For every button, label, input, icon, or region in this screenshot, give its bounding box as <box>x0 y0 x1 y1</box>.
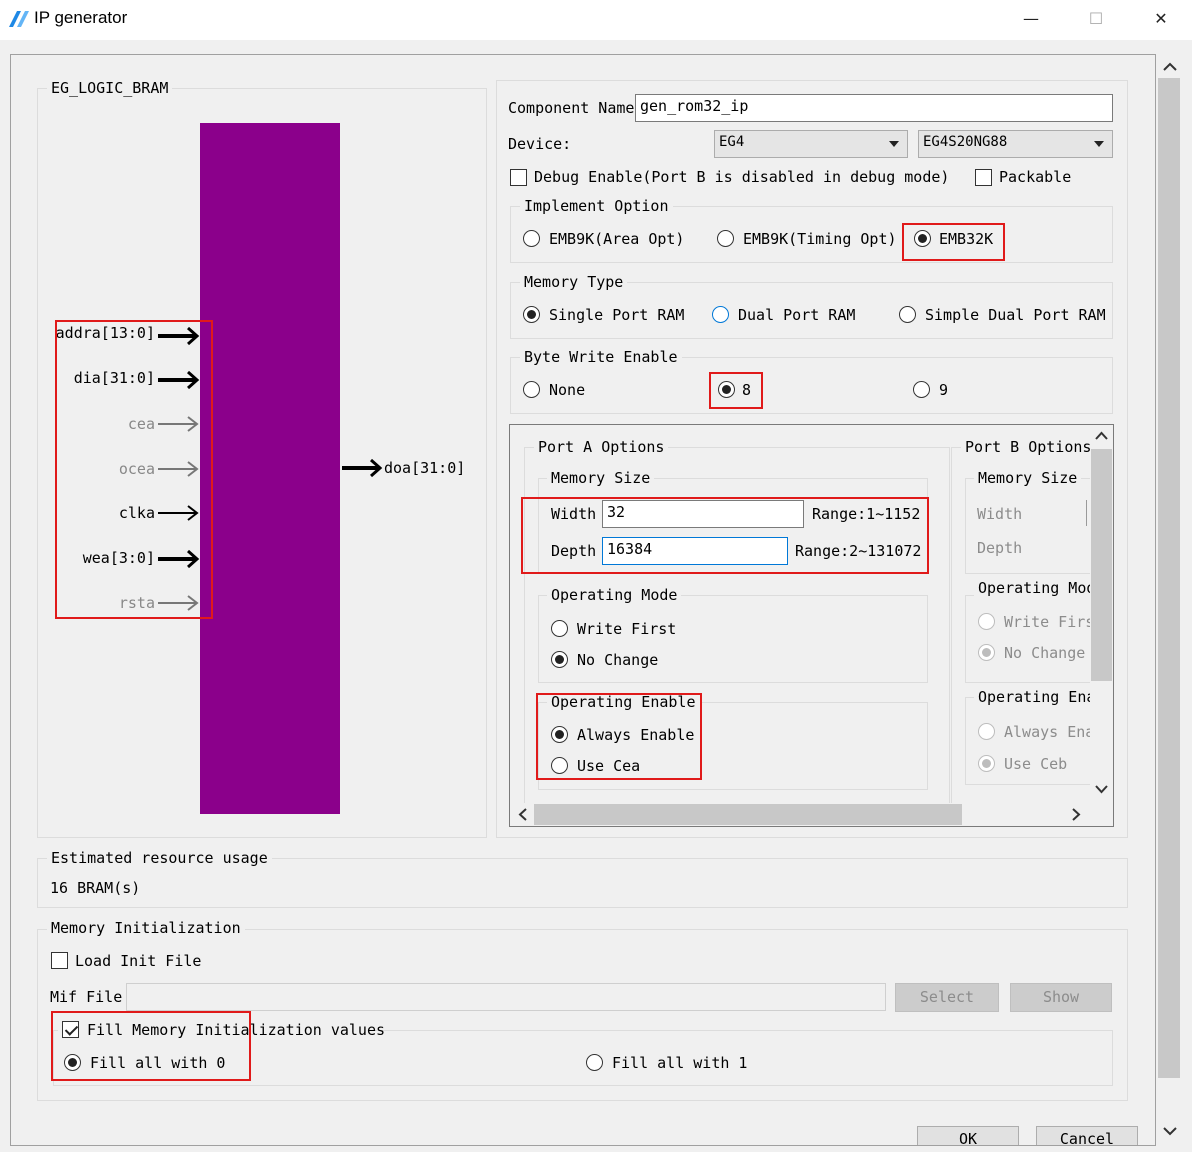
port-b-memory-size-title: Memory Size <box>974 469 1082 487</box>
resource-title: Estimated resource usage <box>47 849 272 867</box>
dropdown-arrow-icon <box>889 141 899 147</box>
port-a-write-first-radio[interactable] <box>551 620 568 637</box>
chevron-right-icon[interactable] <box>1072 808 1081 821</box>
highlight-box-emb32k <box>902 223 1005 261</box>
debug-enable-label: Debug Enable(Port B is disabled in debug… <box>534 168 950 186</box>
implement-emb9k-area-label: EMB9K(Area Opt) <box>549 230 685 248</box>
port-b-always-enable-label: Always Ena <box>1004 723 1095 741</box>
close-button[interactable]: ✕ <box>1139 4 1183 34</box>
port-b-write-first-label: Write Firs <box>1004 613 1095 631</box>
port-b-use-ceb-label: Use Ceb <box>1004 755 1068 773</box>
memory-type-dual-port-label: Dual Port RAM <box>738 306 856 324</box>
device-part-value: EG4S20NG88 <box>923 134 1008 150</box>
ok-button[interactable]: OK <box>917 1126 1019 1145</box>
load-init-file-checkbox[interactable] <box>51 952 68 969</box>
packable-label: Packable <box>999 168 1072 186</box>
device-family-value: EG4 <box>719 134 745 150</box>
port-b-width-input <box>1086 500 1087 526</box>
port-a-write-first-label: Write First <box>577 620 677 638</box>
port-a-operating-mode-title: Operating Mode <box>547 586 682 604</box>
cancel-button[interactable]: Cancel <box>1036 1126 1138 1145</box>
preview-title: EG_LOGIC_BRAM <box>47 79 173 97</box>
byte-write-title: Byte Write Enable <box>520 348 682 366</box>
device-part-select[interactable]: EG4S20NG88 <box>918 130 1113 158</box>
port-b-depth-label: Depth <box>977 539 1023 557</box>
select-file-button[interactable]: Select <box>895 983 999 1012</box>
port-options-hscroll[interactable] <box>510 803 1090 826</box>
main-scrollbar-thumb[interactable] <box>1158 78 1180 1078</box>
port-a-no-change-label: No Change <box>577 651 659 669</box>
component-name-input[interactable]: gen_rom32_ip <box>635 94 1113 122</box>
memory-type-simple-dual-radio[interactable] <box>899 306 916 323</box>
fill-all-1-radio[interactable] <box>586 1054 603 1071</box>
chevron-up-icon[interactable] <box>1095 431 1108 440</box>
implement-emb9k-timing-radio[interactable] <box>717 230 734 247</box>
mif-file-label: Mif File <box>50 988 123 1006</box>
minimize-button[interactable]: — <box>1009 4 1053 34</box>
memory-type-single-port-radio[interactable] <box>523 306 540 323</box>
resource-value: 16 BRAM(s) <box>50 879 141 897</box>
byte-write-9-radio[interactable] <box>913 381 930 398</box>
maximize-button[interactable]: ☐ <box>1074 4 1118 34</box>
bram-block <box>200 123 340 814</box>
memory-type-title: Memory Type <box>520 273 628 291</box>
port-options-vscroll[interactable] <box>1090 425 1113 803</box>
port-b-always-enable-radio <box>978 723 995 740</box>
mif-file-input <box>126 983 886 1011</box>
chevron-left-icon[interactable] <box>518 808 527 821</box>
title-bar: IP generator — ☐ ✕ <box>0 0 1192 40</box>
main-scrollbar[interactable] <box>1157 54 1182 1146</box>
implement-emb9k-timing-label: EMB9K(Timing Opt) <box>743 230 897 248</box>
port-a-no-change-radio[interactable] <box>551 651 568 668</box>
highlight-box-inputs <box>55 320 213 619</box>
device-family-select[interactable]: EG4 <box>714 130 908 158</box>
footer-clip: OK Cancel <box>11 1124 1156 1145</box>
show-file-button[interactable]: Show <box>1010 983 1112 1012</box>
port-b-no-change-radio <box>978 644 995 661</box>
load-init-file-label: Load Init File <box>75 952 202 970</box>
port-b-title: Port B Options <box>961 438 1096 456</box>
dropdown-arrow-icon <box>1094 141 1104 147</box>
pin-doa: doa[31:0] <box>384 459 466 477</box>
port-b-no-change-label: No Change <box>1004 644 1086 662</box>
port-options-vscroll-thumb[interactable] <box>1091 449 1112 681</box>
memory-type-dual-port-radio[interactable] <box>712 306 729 323</box>
debug-enable-checkbox[interactable] <box>510 169 527 186</box>
port-b-operating-mode-title: Operating Mod <box>974 579 1100 597</box>
highlight-box-memory-size <box>521 497 929 574</box>
window-title: IP generator <box>34 8 128 27</box>
highlight-box-operating-enable <box>536 693 702 780</box>
app-logo-icon <box>9 11 29 27</box>
component-name-label: Component Name <box>508 99 635 117</box>
chevron-down-icon[interactable] <box>1163 1126 1177 1136</box>
implement-option-title: Implement Option <box>520 197 673 215</box>
highlight-box-byte-8 <box>709 372 763 409</box>
port-a-memory-size-title: Memory Size <box>547 469 655 487</box>
fill-all-1-label: Fill all with 1 <box>612 1054 748 1072</box>
arrowhead-icon <box>370 458 383 478</box>
port-b-use-ceb-radio <box>978 755 995 772</box>
packable-checkbox[interactable] <box>975 169 992 186</box>
byte-write-9-label: 9 <box>939 381 949 399</box>
port-a-title: Port A Options <box>534 438 669 456</box>
highlight-box-fill-memory <box>51 1011 251 1081</box>
port-b-write-first-radio <box>978 613 995 630</box>
port-b-width-label: Width <box>977 505 1023 523</box>
memory-type-single-port-label: Single Port RAM <box>549 306 685 324</box>
mem-init-title: Memory Initialization <box>47 919 245 937</box>
device-label: Device: <box>508 135 572 153</box>
chevron-down-icon[interactable] <box>1095 785 1108 794</box>
port-b-operating-enable-title: Operating Ena <box>974 688 1100 706</box>
memory-type-simple-dual-label: Simple Dual Port RAM <box>925 306 1106 324</box>
implement-emb9k-area-radio[interactable] <box>523 230 540 247</box>
port-options-hscroll-thumb[interactable] <box>534 804 962 825</box>
chevron-up-icon[interactable] <box>1163 62 1177 72</box>
port-a-operating-mode-group <box>538 595 928 683</box>
byte-write-none-radio[interactable] <box>523 381 540 398</box>
byte-write-none-label: None <box>549 381 586 399</box>
